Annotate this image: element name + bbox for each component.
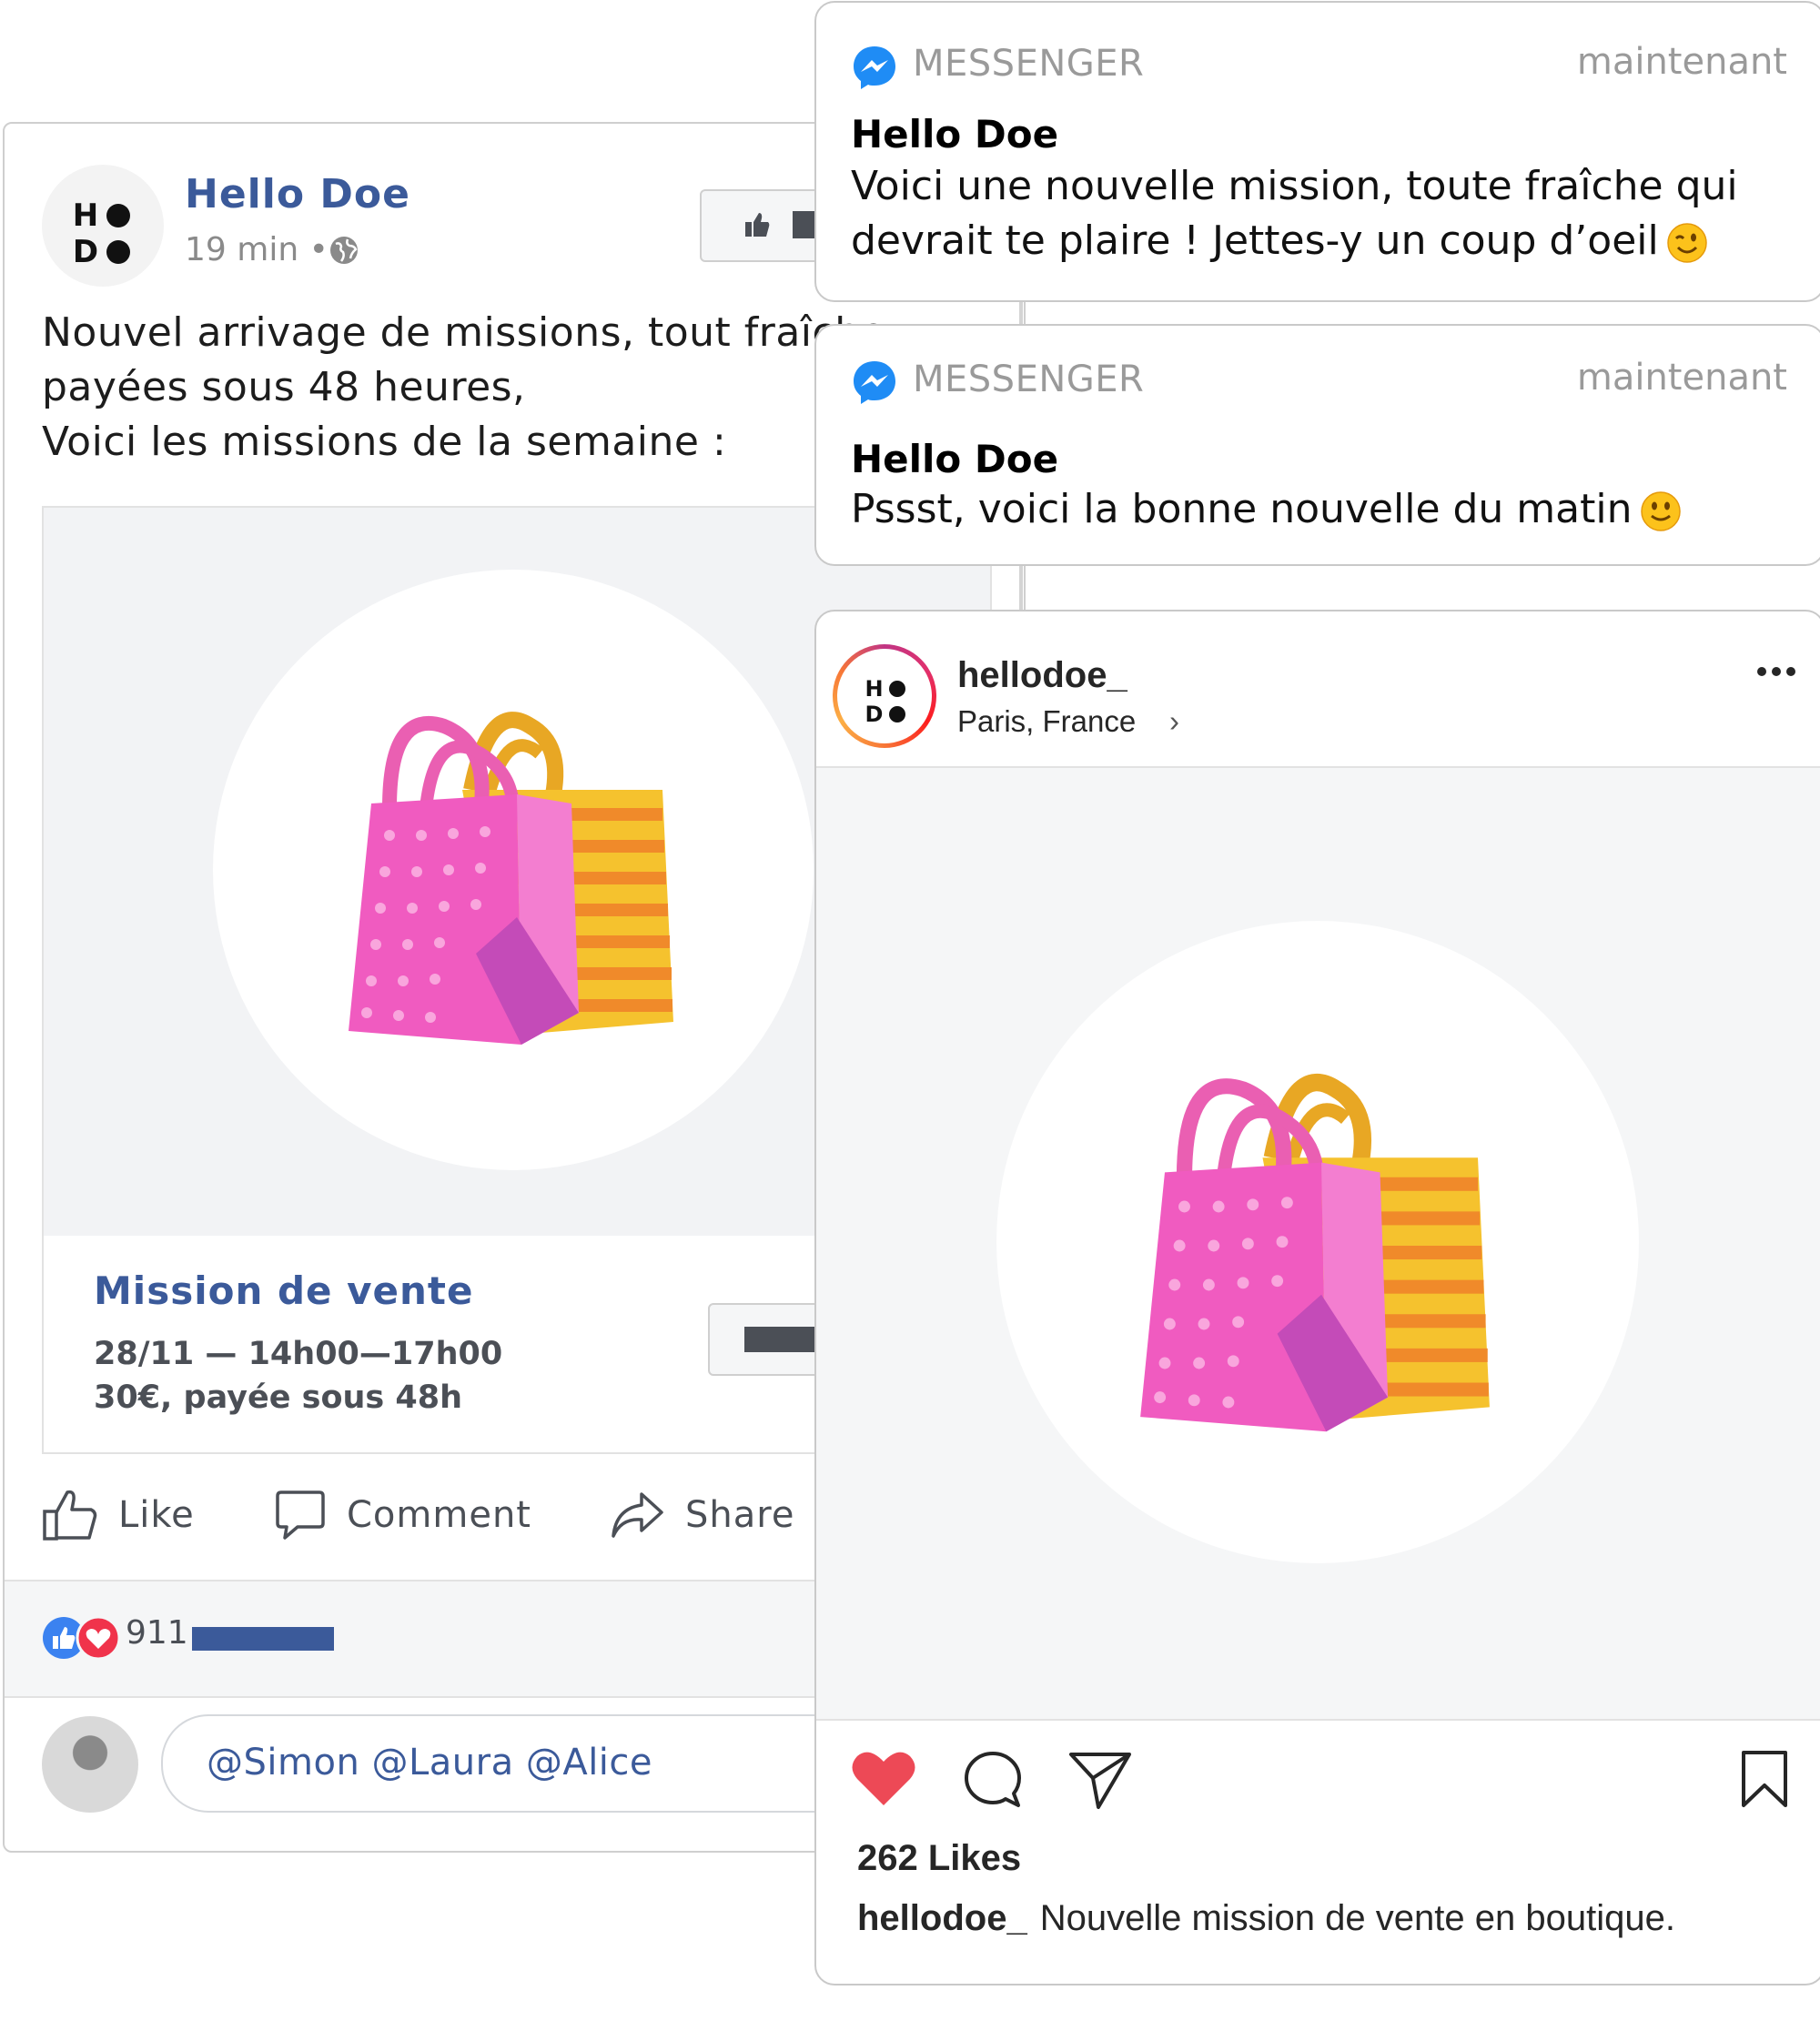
notification-sender: Hello Doe [851,437,1059,481]
comment-input-value: @Simon @Laura @Alice [207,1742,653,1783]
connector-line [1019,562,1023,611]
ig-post-image[interactable] [816,766,1820,1721]
share-label: Share [685,1494,795,1536]
shopping-bags-icon [1140,1073,1490,1432]
globe-icon [330,237,358,264]
share-button[interactable]: Share [609,1483,794,1547]
bookmark-icon[interactable] [1739,1749,1790,1809]
notification-app-name: MESSENGER [913,43,1145,85]
notification-sender: Hello Doe [851,112,1059,157]
shopping-bags-icon [349,712,673,1045]
hellodoe-logo: H D [863,676,908,727]
notification-time: maintenant [1576,357,1787,399]
ig-location[interactable]: Paris, France [957,704,1136,739]
messenger-notification[interactable]: MESSENGER maintenant Hello Doe Pssst, vo… [814,324,1820,566]
connector-line [1019,298,1023,326]
link-pay: 30€, payée sous 48h [94,1379,463,1416]
notification-app-name: MESSENGER [913,359,1145,400]
notification-body: Pssst, voici la bonne nouvelle du matin [851,482,1797,537]
comment-button[interactable]: Comment [274,1483,531,1547]
reactions-names-bar [192,1627,334,1651]
logo-letter-d: D [72,234,99,270]
link-date: 28/11 — 14h00—17h00 [94,1336,503,1372]
caption-text: Nouvelle mission de vente en boutique. [1039,1898,1675,1938]
send-icon[interactable] [1067,1749,1133,1811]
comment-bubble-icon[interactable] [962,1749,1024,1811]
caption-username[interactable]: hellodoe_ [857,1898,1027,1938]
more-options-icon[interactable] [1756,666,1796,677]
love-reaction-icon[interactable] [75,1614,122,1662]
hellodoe-logo: H D [69,197,135,270]
like-label: Like [118,1494,195,1536]
chevron-right-icon: › [1169,704,1179,738]
messenger-icon [854,46,895,89]
notification-body: Voici une nouvelle mission, toute fraîch… [851,159,1797,268]
page-avatar[interactable]: H D [42,165,164,287]
logo-dot-bottom [885,702,908,727]
likes-count[interactable]: 262 Likes [857,1838,1021,1879]
like-button[interactable]: Like [42,1483,195,1547]
profile-avatar[interactable]: H D [833,644,936,748]
logo-dot-bottom [102,234,135,270]
instagram-post-card: H D hellodoe_ Paris, France › 262 Likes … [814,610,1820,1986]
share-arrow-icon [612,1492,663,1538]
logo-letter-d: D [864,702,884,727]
messenger-icon [854,361,895,404]
notification-body-line: devrait te plaire ! Jettes-y un coup d’o… [851,217,1659,264]
commenter-avatar[interactable] [42,1716,138,1813]
thumbs-up-outline-icon [43,1490,97,1541]
slightly-smiling-face-icon [1640,491,1681,531]
avatar-inner: H D [837,649,932,743]
reactions-count[interactable]: 911 [126,1614,188,1652]
notification-time: maintenant [1576,41,1787,83]
link-title[interactable]: Mission de vente [94,1268,473,1313]
thumbs-up-icon [745,213,770,237]
winking-face-icon [1666,223,1707,263]
page-name-link[interactable]: Hello Doe [185,171,410,217]
logo-dot-top [885,676,908,702]
comment-label: Comment [347,1494,531,1536]
heart-icon[interactable] [851,1749,916,1807]
ig-caption: hellodoe_ Nouvelle mission de vente en bo… [857,1898,1675,1939]
messenger-notification[interactable]: MESSENGER maintenant Hello Doe Voici une… [814,1,1820,302]
logo-letter-h: H [72,197,99,234]
logo-dot-top [102,197,135,234]
comment-icon [276,1490,325,1540]
logo-letter-h: H [864,676,884,702]
notification-body-line: Pssst, voici la bonne nouvelle du matin [851,486,1633,532]
notification-body-line: Voici une nouvelle mission, toute fraîch… [851,163,1738,209]
ig-username[interactable]: hellodoe_ [957,655,1127,696]
post-timestamp[interactable]: 19 min • [185,231,329,268]
